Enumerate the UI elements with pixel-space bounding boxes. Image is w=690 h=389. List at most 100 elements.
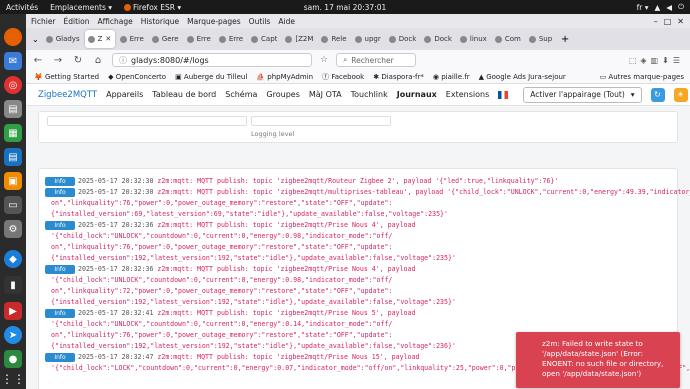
tab-6[interactable]: Capt <box>248 30 280 48</box>
bookmark-phpmyadmin[interactable]: ⛵ phpMyAdmin <box>256 73 313 81</box>
activities-button[interactable]: Activités <box>6 3 38 12</box>
system-clock[interactable]: sam. 17 mai 20:37:01 <box>304 3 387 12</box>
other-bookmarks[interactable]: ▭ Autres marque-pages <box>600 73 690 81</box>
help-dock-icon[interactable]: ◎ <box>4 76 22 94</box>
nav-schema[interactable]: Schéma <box>225 90 257 99</box>
url-bar[interactable]: ⓘ gladys:8080/#/logs <box>112 53 312 67</box>
mail-dock-icon[interactable]: ✉ <box>4 52 22 70</box>
bookmark-getting-started[interactable]: 🦊 Getting Started <box>34 73 99 81</box>
home-icon[interactable]: ⌂ <box>92 55 104 66</box>
close-window-icon[interactable]: ✕ <box>677 17 684 26</box>
tab-favicon-icon <box>388 35 396 43</box>
log-message: z2m:mqtt: MQTT publish: topic 'zigbee2mq… <box>157 177 559 185</box>
search-input[interactable]: ⌕ Rechercher <box>336 53 417 67</box>
bookmark-star-icon[interactable]: ☆ <box>320 55 328 65</box>
page-content: Zigbee2MQTT Appareils Tableau de bord Sc… <box>26 84 690 389</box>
log-message: z2m:mqtt: MQTT publish: topic 'zigbee2mq… <box>157 188 690 196</box>
bookmark-google-ads[interactable]: ▲ Google Ads Jura-sejour <box>479 73 566 81</box>
folder-dock-icon[interactable]: ▭ <box>4 196 22 214</box>
log-search-input[interactable] <box>47 116 247 126</box>
nav-touchlink[interactable]: Touchlink <box>351 90 388 99</box>
settings-dock-icon[interactable]: ⚙ <box>4 220 22 238</box>
logging-level-select[interactable] <box>251 116 391 126</box>
tab-12[interactable]: linux <box>457 30 490 48</box>
nav-appareils[interactable]: Appareils <box>106 90 143 99</box>
tab-5[interactable]: Erre <box>216 30 246 48</box>
spreadsheet-dock-icon[interactable]: ▦ <box>4 124 22 142</box>
chat-dock-icon[interactable]: ● <box>4 350 22 368</box>
bookmark-piaille[interactable]: ◉ piaille.fr <box>433 73 470 81</box>
restart-icon[interactable]: ↻ <box>650 87 665 102</box>
extensions-icons[interactable]: ⬚◈▥⬇☰ <box>629 56 684 65</box>
bookmark-diaspora[interactable]: ✱ Diaspora-fr* <box>373 73 424 81</box>
nav-maj-ota[interactable]: MàJ OTA <box>309 90 342 99</box>
tab-label: Erre <box>129 35 144 43</box>
presentation-dock-icon[interactable]: ▣ <box>4 172 22 190</box>
info-badge: Info <box>45 187 75 197</box>
power-icon[interactable]: ⏻ <box>678 2 684 12</box>
tab-11[interactable]: Dock <box>421 30 455 48</box>
tab-1[interactable]: Z ✕ <box>84 30 115 48</box>
tab-9[interactable]: upgr <box>352 30 384 48</box>
menu-affichage[interactable]: Affichage <box>97 17 132 26</box>
tab-8[interactable]: Rele <box>318 30 349 48</box>
menu-outils[interactable]: Outils <box>249 17 271 26</box>
app-grid-icon[interactable]: ⋮⋮ <box>1 370 25 388</box>
tab-favicon-icon <box>218 35 226 43</box>
document-dock-icon[interactable]: ▤ <box>4 148 22 166</box>
nav-journaux[interactable]: Journaux <box>397 90 437 99</box>
toast-message: z2m: Failed to write state to '/app/data… <box>542 339 664 378</box>
log-message-continuation: '{"child_lock":"UNLOCK","countdown":0,"c… <box>51 232 393 240</box>
reload-icon[interactable]: ↻ <box>72 55 84 66</box>
tab-7[interactable]: [Z2M <box>282 30 316 48</box>
volume-icon[interactable]: ◀ <box>666 3 672 12</box>
menu-fichier[interactable]: Fichier <box>31 17 56 26</box>
page-info-icon[interactable]: ⓘ <box>119 55 127 66</box>
back-icon[interactable]: ← <box>32 55 44 66</box>
language-indicator[interactable]: fr ▾ <box>637 3 649 12</box>
nav-groupes[interactable]: Groupes <box>266 90 299 99</box>
new-tab-icon[interactable]: + <box>558 34 572 45</box>
tab-13[interactable]: Com <box>492 30 524 48</box>
tab-label: Dock <box>434 35 452 43</box>
places-menu[interactable]: Emplacements ▾ <box>50 3 112 12</box>
permit-join-button[interactable]: Activer l'appairage (Tout) ▾ <box>523 86 642 103</box>
tab-14[interactable]: Sup <box>526 30 556 48</box>
tab-favicon-icon <box>119 35 127 43</box>
tab-list-icon[interactable]: ⌄ <box>30 35 41 44</box>
french-flag-icon[interactable] <box>498 90 509 99</box>
theme-toggle-icon[interactable]: ☀ <box>673 87 688 102</box>
tab-2[interactable]: Erre <box>117 30 147 48</box>
minimize-icon[interactable]: – <box>654 17 658 26</box>
menu-aide[interactable]: Aide <box>278 17 295 26</box>
log-message-continuation: on","linkquality":76,"power":0,"power_ou… <box>51 199 393 207</box>
telegram-dock-icon[interactable]: ➤ <box>4 326 22 344</box>
nav-extensions[interactable]: Extensions <box>446 90 489 99</box>
bookmark-facebook[interactable]: ⓕ Facebook <box>322 72 364 82</box>
firefox-dock-icon[interactable] <box>4 28 22 46</box>
menu-edition[interactable]: Édition <box>64 17 90 26</box>
nav-tableau-de-bord[interactable]: Tableau de bord <box>152 90 216 99</box>
app-menu[interactable]: Firefox ESR ▾ <box>124 3 181 12</box>
video-dock-icon[interactable]: ▶ <box>4 302 22 320</box>
terminal-dock-icon[interactable]: ▮ <box>4 276 22 294</box>
store-dock-icon[interactable]: ◆ <box>4 250 22 268</box>
menu-marque-pages[interactable]: Marque-pages <box>187 17 241 26</box>
error-toast[interactable]: z2m: Failed to write state to '/app/data… <box>516 332 680 388</box>
bookmark-auberge[interactable]: ▣ Auberge du Tilleul <box>175 73 247 81</box>
chevron-down-icon[interactable]: ▾ <box>631 90 635 99</box>
forward-icon[interactable]: → <box>52 55 64 66</box>
bookmark-openconcerto[interactable]: ◆ OpenConcerto <box>108 73 166 81</box>
log-timestamp: 2025-05-17 20:32:30 <box>78 188 154 196</box>
tab-4[interactable]: Erre <box>184 30 214 48</box>
network-icon[interactable]: ▲ <box>655 3 661 12</box>
maximize-icon[interactable]: □ <box>664 17 672 26</box>
files-dock-icon[interactable]: ▤ <box>4 100 22 118</box>
app-brand[interactable]: Zigbee2MQTT <box>38 90 97 100</box>
tab-10[interactable]: Dock <box>386 30 420 48</box>
close-tab-icon[interactable]: ✕ <box>105 35 111 43</box>
tab-3[interactable]: Gere <box>149 30 182 48</box>
tab-0[interactable]: Gladys <box>43 30 83 48</box>
log-filter-card: Logging level <box>38 111 678 143</box>
menu-historique[interactable]: Historique <box>141 17 179 26</box>
